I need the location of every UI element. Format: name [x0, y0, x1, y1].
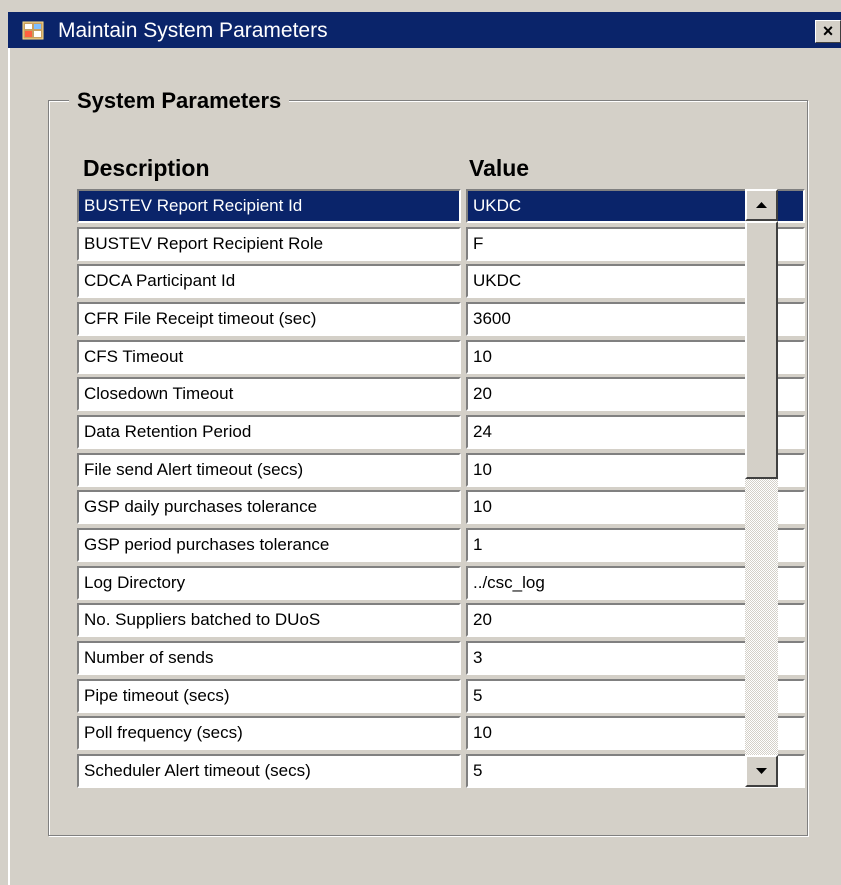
close-icon: ×	[822, 21, 834, 41]
description-field[interactable]: Closedown Timeout	[77, 377, 461, 411]
oracle-forms-icon	[22, 21, 44, 40]
description-field[interactable]: CFR File Receipt timeout (sec)	[77, 302, 461, 336]
description-field[interactable]: GSP period purchases tolerance	[77, 528, 461, 562]
window-titlebar[interactable]: Maintain System Parameters	[8, 12, 841, 48]
scroll-up-arrow-icon	[756, 202, 767, 208]
window-title: Maintain System Parameters	[58, 19, 328, 42]
description-field[interactable]: CFS Timeout	[77, 340, 461, 374]
scrollbar-thumb[interactable]	[745, 221, 778, 479]
scroll-up-button[interactable]	[745, 189, 778, 221]
scroll-down-arrow-icon	[756, 768, 767, 774]
description-field[interactable]: GSP daily purchases tolerance	[77, 490, 461, 524]
group-title: System Parameters	[69, 88, 290, 114]
description-field[interactable]: CDCA Participant Id	[77, 264, 461, 298]
description-field[interactable]: Log Directory	[77, 566, 461, 600]
description-field[interactable]: Number of sends	[77, 641, 461, 675]
description-field[interactable]: BUSTEV Report Recipient Role	[77, 227, 461, 261]
description-column-header: Description	[83, 155, 210, 181]
vertical-scrollbar[interactable]	[745, 189, 778, 787]
description-field[interactable]: Scheduler Alert timeout (secs)	[77, 754, 461, 788]
description-field[interactable]: BUSTEV Report Recipient Id	[77, 189, 461, 223]
close-button[interactable]: ×	[815, 20, 841, 43]
description-field[interactable]: File send Alert timeout (secs)	[77, 453, 461, 487]
description-field[interactable]: Data Retention Period	[77, 415, 461, 449]
description-field[interactable]: Poll frequency (secs)	[77, 716, 461, 750]
scroll-down-button[interactable]	[745, 755, 778, 787]
window-border	[8, 48, 10, 885]
description-field[interactable]: No. Suppliers batched to DUoS	[77, 603, 461, 637]
description-field[interactable]: Pipe timeout (secs)	[77, 679, 461, 713]
value-column-header: Value	[469, 155, 530, 181]
